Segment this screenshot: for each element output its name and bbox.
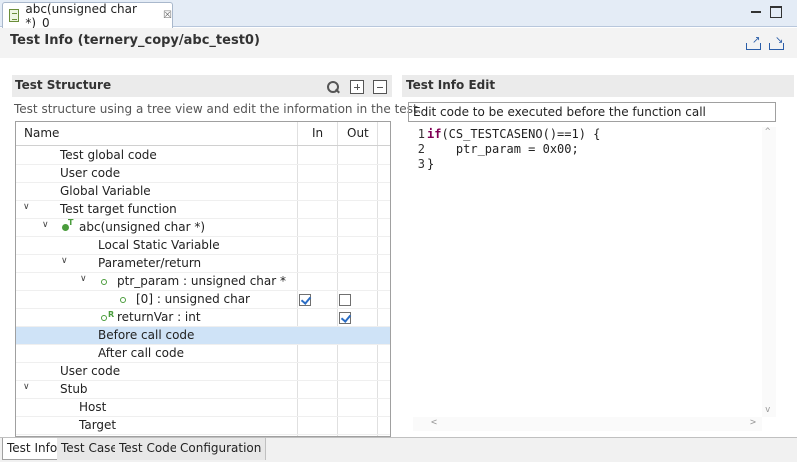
out-checkbox[interactable] <box>339 294 351 306</box>
line-number-gutter: 1 2 3 <box>417 127 425 171</box>
element-node-icon <box>120 297 126 303</box>
bottom-tab-bar: Test Info Test Case Test Code Configurat… <box>0 437 797 462</box>
tree-header: Name In Out <box>16 122 390 146</box>
collapse-all-icon[interactable] <box>373 80 387 94</box>
editor-tab[interactable]: abc(unsigned char *)_0 ☒ <box>2 1 173 30</box>
return-node-icon: R <box>101 310 114 321</box>
horizontal-scrollbar[interactable] <box>413 417 762 431</box>
editor-tab-title: abc(unsigned char *)_0 <box>25 1 137 30</box>
expand-all-icon[interactable] <box>350 80 364 94</box>
tab-test-case[interactable]: Test Case <box>57 438 123 460</box>
tree-row-user-code[interactable]: User code <box>16 165 390 183</box>
edit-description-field: Edit code to be executed before the func… <box>408 102 776 122</box>
code-line-2: ptr_param = 0x00; <box>427 142 579 156</box>
close-icon[interactable]: ☒ <box>163 10 172 21</box>
tree-row-global-variable[interactable]: Global Variable <box>16 183 390 201</box>
code-line-1: if(CS_TESTCASENO()==1) { <box>427 127 601 141</box>
search-icon[interactable] <box>326 80 340 94</box>
in-checkbox[interactable] <box>299 294 311 306</box>
tree-row-stub[interactable]: ∨ Stub <box>16 381 390 399</box>
test-structure-description: Test structure using a tree view and edi… <box>14 102 422 116</box>
import-icon[interactable]: ↘ <box>768 36 786 50</box>
chevron-down-icon[interactable]: ∨ <box>42 220 49 230</box>
test-info-edit-title: Test Info Edit <box>406 78 496 92</box>
parameter-node-icon <box>101 279 107 285</box>
tree-row-after-call-code[interactable]: After call code <box>16 345 390 363</box>
tree-row-test-target-function[interactable]: ∨ Test target function <box>16 201 390 219</box>
tree-row-before-call-code[interactable]: Before call code <box>16 327 390 345</box>
tree-row-host[interactable]: Host <box>16 399 390 417</box>
form-header: Test Info (ternery_copy/abc_test0) ↗ ↘ <box>0 28 797 58</box>
chevron-down-icon[interactable]: ∨ <box>61 256 68 266</box>
test-structure-tree[interactable]: Name In Out Test global code User code G… <box>15 121 391 437</box>
test-structure-title: Test Structure <box>15 78 112 92</box>
tab-test-info[interactable]: Test Info <box>2 438 63 460</box>
column-header-in[interactable]: In <box>312 126 323 140</box>
chevron-down-icon[interactable]: ∨ <box>80 274 87 284</box>
chevron-down-icon[interactable]: ∨ <box>23 382 30 392</box>
export-icon[interactable]: ↗ <box>745 36 763 50</box>
column-header-name[interactable]: Name <box>24 126 59 140</box>
tree-row-parameter-return[interactable]: ∨ Parameter/return <box>16 255 390 273</box>
tree-row-return-var[interactable]: R returnVar : int <box>16 309 390 327</box>
minimize-icon[interactable] <box>750 6 762 18</box>
tree-row-array-element[interactable]: [0] : unsigned char <box>16 291 390 309</box>
editor-tab-bar: abc(unsigned char *)_0 ☒ <box>0 0 797 30</box>
tree-row-local-static-variable[interactable]: Local Static Variable <box>16 237 390 255</box>
page-title: Test Info (ternery_copy/abc_test0) <box>10 33 260 48</box>
code-text[interactable]: if(CS_TESTCASENO()==1) { ptr_param = 0x0… <box>427 127 762 417</box>
vertical-scrollbar[interactable] <box>762 127 776 417</box>
file-icon <box>9 9 20 22</box>
chevron-down-icon[interactable]: ∨ <box>23 202 30 212</box>
tree-row-test-global-code[interactable]: Test global code <box>16 147 390 165</box>
maximize-icon[interactable] <box>770 6 782 18</box>
out-checkbox[interactable] <box>339 312 351 324</box>
code-editor[interactable]: 1 2 3 if(CS_TESTCASENO()==1) { ptr_param… <box>413 127 776 434</box>
tree-row-target[interactable]: Target <box>16 417 390 435</box>
function-node-icon: T <box>62 218 73 231</box>
tree-row-ptr-param[interactable]: ∨ ptr_param : unsigned char * <box>16 273 390 291</box>
tab-test-code[interactable]: Test Code <box>115 438 183 460</box>
code-line-3: } <box>427 157 435 171</box>
tree-row-function[interactable]: ∨ T abc(unsigned char *) <box>16 218 390 237</box>
tab-configuration[interactable]: Configuration <box>176 438 267 460</box>
column-header-out[interactable]: Out <box>347 126 369 140</box>
tree-row-user-code-2[interactable]: User code <box>16 363 390 381</box>
